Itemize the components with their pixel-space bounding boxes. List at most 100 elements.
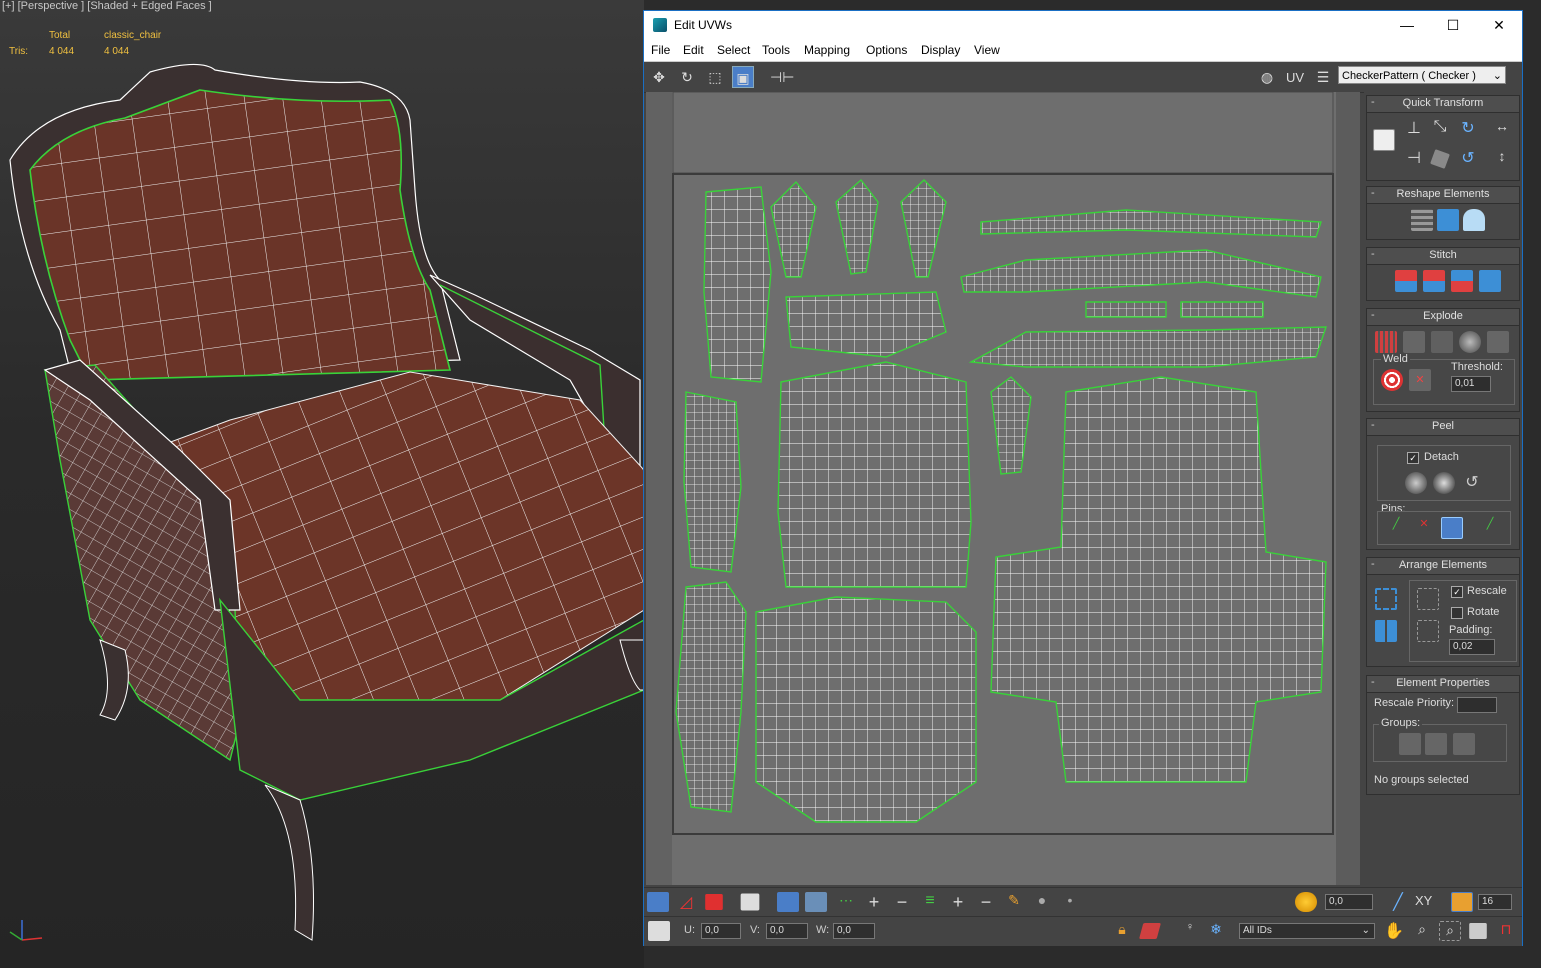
show-hidden-edges-icon[interactable] bbox=[1139, 923, 1161, 939]
isolate-icon[interactable]: ♀ bbox=[1179, 921, 1201, 941]
chair-model[interactable] bbox=[0, 0, 644, 968]
soft-selection-icon[interactable] bbox=[1295, 892, 1317, 912]
pin-icon[interactable]: ╱ bbox=[1385, 517, 1407, 539]
ring-grow-icon[interactable]: + bbox=[947, 892, 969, 912]
rollout-header[interactable]: - Reshape Elements bbox=[1367, 187, 1519, 204]
rollout-header[interactable]: - Arrange Elements bbox=[1367, 558, 1519, 575]
lock-icon[interactable]: 🔒︎ bbox=[1111, 921, 1133, 941]
grid-value-input[interactable]: 16 bbox=[1478, 894, 1512, 910]
uv-editor-canvas[interactable] bbox=[646, 92, 1360, 885]
edge-distance-icon[interactable]: ╱ bbox=[1387, 892, 1409, 912]
title-bar[interactable]: Edit UVWs — ☐ ✕ bbox=[644, 11, 1522, 39]
texture-dropdown[interactable]: CheckerPattern ( Checker ) ⌄ bbox=[1338, 66, 1506, 84]
align-horizontal-icon[interactable]: ⊣ bbox=[1403, 148, 1425, 170]
snap-icon[interactable]: ⊓ bbox=[1495, 921, 1517, 941]
pan-icon[interactable]: ✋ bbox=[1383, 921, 1405, 941]
edge-mode-icon[interactable]: ◿ bbox=[675, 892, 697, 912]
ring-shrink-icon[interactable]: − bbox=[975, 892, 997, 912]
vertex-mode-icon[interactable] bbox=[647, 892, 669, 912]
v-input[interactable]: 0,0 bbox=[766, 923, 808, 939]
unpin-icon[interactable]: ✕ bbox=[1413, 517, 1435, 539]
menu-tools[interactable]: Tools bbox=[762, 43, 790, 57]
rollout-header[interactable]: - Peel bbox=[1367, 419, 1519, 436]
globe-icon[interactable]: ◍ bbox=[1256, 66, 1278, 88]
rotate-tool-icon[interactable]: ↻ bbox=[676, 66, 698, 88]
detach-checkbox[interactable]: ✓ bbox=[1407, 452, 1419, 464]
material-id-dropdown[interactable]: All IDs ⌄ bbox=[1239, 923, 1375, 939]
padding-input[interactable]: 0,02 bbox=[1449, 639, 1495, 655]
rotate-plus-icon[interactable]: ↻ bbox=[1457, 118, 1479, 140]
element-mode-icon[interactable] bbox=[740, 893, 760, 911]
pack-together-icon[interactable] bbox=[1375, 620, 1397, 642]
absolute-mode-icon[interactable] bbox=[648, 921, 670, 941]
pack-custom-icon[interactable] bbox=[1417, 588, 1439, 610]
rotate-checkbox[interactable] bbox=[1451, 607, 1463, 619]
rollout-header[interactable]: - Element Properties bbox=[1367, 676, 1519, 693]
threshold-input[interactable]: 0,01 bbox=[1451, 376, 1491, 392]
rescale-priority-input[interactable] bbox=[1457, 697, 1497, 713]
loop-shrink-icon[interactable]: − bbox=[891, 892, 913, 912]
zoom-extents-icon[interactable] bbox=[1469, 923, 1487, 939]
u-input[interactable]: 0,0 bbox=[701, 923, 741, 939]
grow-selection-icon[interactable] bbox=[777, 892, 799, 912]
select-group-icon[interactable] bbox=[1453, 733, 1475, 755]
stitch-custom-icon[interactable] bbox=[1479, 270, 1501, 292]
ring-icon[interactable]: ≡ bbox=[919, 892, 941, 912]
perspective-viewport[interactable]: [+] [Perspective ] [Shaded + Edged Faces… bbox=[0, 0, 644, 968]
straighten-selection-icon[interactable] bbox=[1411, 209, 1433, 231]
relax-icon[interactable] bbox=[1437, 209, 1459, 231]
maximize-button[interactable]: ☐ bbox=[1430, 11, 1476, 39]
peel-mode-icon[interactable] bbox=[1433, 472, 1455, 494]
split-by-material-icon[interactable] bbox=[1431, 331, 1453, 353]
uv-axis-label[interactable]: UV bbox=[1286, 70, 1304, 85]
split-by-smoothing-icon[interactable] bbox=[1403, 331, 1425, 353]
pivot-icon[interactable] bbox=[1373, 129, 1395, 151]
freeze-icon[interactable]: ❄ bbox=[1205, 921, 1227, 941]
move-tool-icon[interactable]: ✥ bbox=[648, 66, 670, 88]
grid-snap-icon[interactable] bbox=[1451, 892, 1473, 912]
auto-pin-icon[interactable]: ╱ bbox=[1479, 517, 1501, 539]
weld-target-icon[interactable] bbox=[1381, 369, 1403, 391]
flatten-by-polygon-icon[interactable] bbox=[1459, 331, 1481, 353]
align-vertical-icon[interactable]: ⊥ bbox=[1403, 118, 1425, 140]
freeform-tool-icon[interactable]: ▣ bbox=[732, 66, 754, 88]
relax-until-flat-icon[interactable] bbox=[1463, 209, 1485, 231]
menu-display[interactable]: Display bbox=[921, 43, 960, 57]
xy-label[interactable]: XY bbox=[1415, 893, 1432, 908]
mirror-tool-icon[interactable]: ⊣⊢ bbox=[770, 66, 794, 88]
space-vertical-icon[interactable]: ↕ bbox=[1491, 148, 1513, 170]
pack-group-icon[interactable] bbox=[1417, 620, 1439, 642]
menu-view[interactable]: View bbox=[974, 43, 1000, 57]
stitch-average-icon[interactable] bbox=[1423, 270, 1445, 292]
loop-icon[interactable]: ⋯ bbox=[835, 892, 857, 912]
quick-peel-icon[interactable] bbox=[1405, 472, 1427, 494]
edit-pins-icon[interactable] bbox=[1441, 517, 1463, 539]
menu-select[interactable]: Select bbox=[717, 43, 750, 57]
ungroup-selected-icon[interactable] bbox=[1425, 733, 1447, 755]
shrink-selection-icon[interactable] bbox=[805, 892, 827, 912]
group-selected-icon[interactable] bbox=[1399, 733, 1421, 755]
polygon-mode-icon[interactable] bbox=[705, 894, 723, 910]
straighten-icon[interactable] bbox=[1430, 149, 1450, 169]
shrink-brush-icon[interactable]: • bbox=[1059, 892, 1081, 912]
scale-tool-icon[interactable]: ⬚ bbox=[704, 66, 726, 88]
menu-options[interactable]: Options bbox=[866, 43, 907, 57]
zoom-icon[interactable]: ⌕ bbox=[1411, 921, 1433, 941]
weld-selected-icon[interactable]: ✕ bbox=[1409, 369, 1431, 391]
loop-grow-icon[interactable]: + bbox=[863, 892, 885, 912]
pack-normalize-icon[interactable] bbox=[1375, 588, 1397, 610]
enlarge-brush-icon[interactable]: ● bbox=[1031, 892, 1053, 912]
zoom-region-icon[interactable]: ⌕ bbox=[1439, 921, 1461, 941]
flatten-by-angle-icon[interactable] bbox=[1487, 331, 1509, 353]
rollout-header[interactable]: - Quick Transform bbox=[1367, 96, 1519, 113]
menu-file[interactable]: File bbox=[651, 43, 670, 57]
soft-selection-input[interactable]: 0,0 bbox=[1325, 894, 1373, 910]
stitch-to-target-icon[interactable] bbox=[1395, 270, 1417, 292]
rotate-minus-icon[interactable]: ↺ bbox=[1457, 148, 1479, 170]
rollout-header[interactable]: - Explode bbox=[1367, 309, 1519, 326]
stitch-to-source-icon[interactable] bbox=[1451, 270, 1473, 292]
paint-select-icon[interactable]: ✎ bbox=[1003, 892, 1025, 912]
rollout-header[interactable]: - Stitch bbox=[1367, 248, 1519, 265]
menu-edit[interactable]: Edit bbox=[683, 43, 704, 57]
space-horizontal-icon[interactable]: ↔ bbox=[1491, 118, 1513, 140]
